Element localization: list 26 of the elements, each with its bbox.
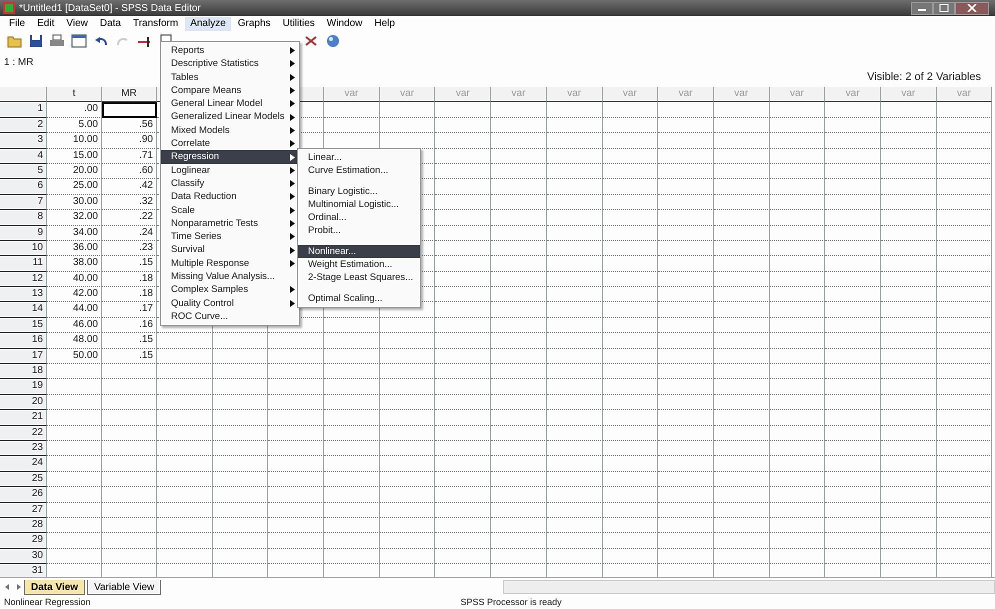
menu-option-label: Missing Value Analysis... bbox=[171, 270, 276, 284]
menu-option-label: Regression bbox=[171, 150, 220, 164]
menu-option-label: Generalized Linear Models bbox=[171, 110, 286, 124]
cell-reference: 1 : MR bbox=[4, 57, 34, 68]
menu-option-label: Descriptive Statistics bbox=[171, 57, 260, 71]
menu-option-label: Mixed Models bbox=[171, 124, 231, 138]
visible-variables-count: Visible: 2 of 2 Variables bbox=[867, 71, 981, 83]
menu-option-label: Quality Control bbox=[171, 296, 235, 310]
menu-option-label: Compare Means bbox=[171, 84, 242, 98]
menu-option-label: Tables bbox=[171, 70, 200, 84]
menu-option-label: ROC Curve... bbox=[171, 310, 230, 324]
window-title: *Untitled1 [DataSet0] - SPSS Data Editor bbox=[19, 2, 201, 14]
menu-option-label: Nonparametric Tests bbox=[171, 216, 259, 230]
menu-option-label: General Linear Model bbox=[171, 97, 264, 110]
menu-option-label: Scale bbox=[171, 204, 196, 217]
menu-option-label: Time Series bbox=[171, 230, 222, 244]
menu-option-label: Correlate bbox=[171, 137, 212, 150]
menu-option-label: Classify bbox=[171, 176, 206, 190]
menu-option-label: Complex Samples bbox=[171, 283, 250, 297]
menu-option-label: Reports bbox=[171, 44, 206, 58]
menu-option-label: Loglinear bbox=[171, 164, 212, 177]
menu-option-label: Survival bbox=[171, 243, 206, 257]
menu-option-label: Multiple Response bbox=[171, 256, 250, 270]
status-text: SPSS Processor is ready bbox=[460, 597, 562, 607]
status-text: Nonlinear Regression bbox=[4, 597, 91, 607]
menu-option-label: Data Reduction bbox=[171, 190, 238, 204]
